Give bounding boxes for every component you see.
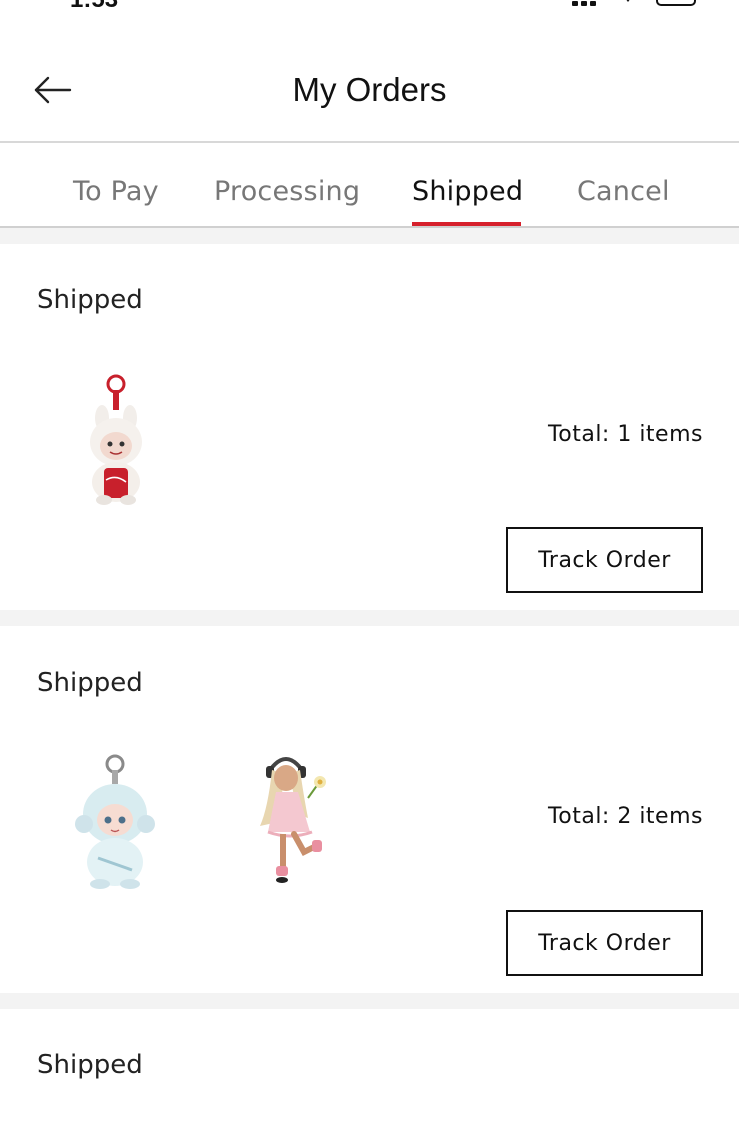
section-divider	[0, 228, 739, 244]
page-title: My Orders	[292, 71, 447, 108]
wifi-icon	[622, 0, 634, 2]
tab-shipped[interactable]: Shipped	[412, 176, 523, 207]
header: My Orders	[0, 40, 739, 143]
order-status: Shipped	[37, 668, 143, 698]
order-card[interactable]: Shipped	[0, 1009, 739, 1123]
order-total: Total: 1 items	[548, 422, 703, 447]
my-orders-screen: 1:53 My Orders To Pay Processing Shipped…	[0, 0, 739, 1123]
status-bar: 1:53	[0, 0, 739, 13]
tab-cancel[interactable]: Cancel	[577, 176, 670, 207]
section-divider	[0, 610, 739, 626]
order-total: Total: 2 items	[548, 804, 703, 829]
product-image-girl-figure[interactable]	[238, 748, 358, 888]
tab-processing[interactable]: Processing	[214, 176, 360, 207]
battery-icon	[656, 0, 696, 6]
order-card[interactable]: Shipped	[0, 626, 739, 993]
section-divider	[0, 993, 739, 1009]
active-tab-indicator	[412, 222, 521, 226]
order-status: Shipped	[37, 1050, 143, 1080]
tab-to-pay[interactable]: To Pay	[73, 176, 159, 207]
order-card[interactable]: Shipped	[0, 244, 739, 610]
status-time: 1:53	[70, 0, 118, 14]
product-image-blue-doll[interactable]	[58, 750, 178, 890]
order-status: Shipped	[37, 285, 143, 315]
signal-icon	[572, 0, 606, 6]
track-order-button[interactable]: Track Order	[506, 910, 703, 976]
track-order-button[interactable]: Track Order	[506, 527, 703, 593]
product-image-coca-cola-bunny[interactable]	[60, 370, 180, 510]
order-tabs: To Pay Processing Shipped Cancel	[0, 143, 739, 228]
